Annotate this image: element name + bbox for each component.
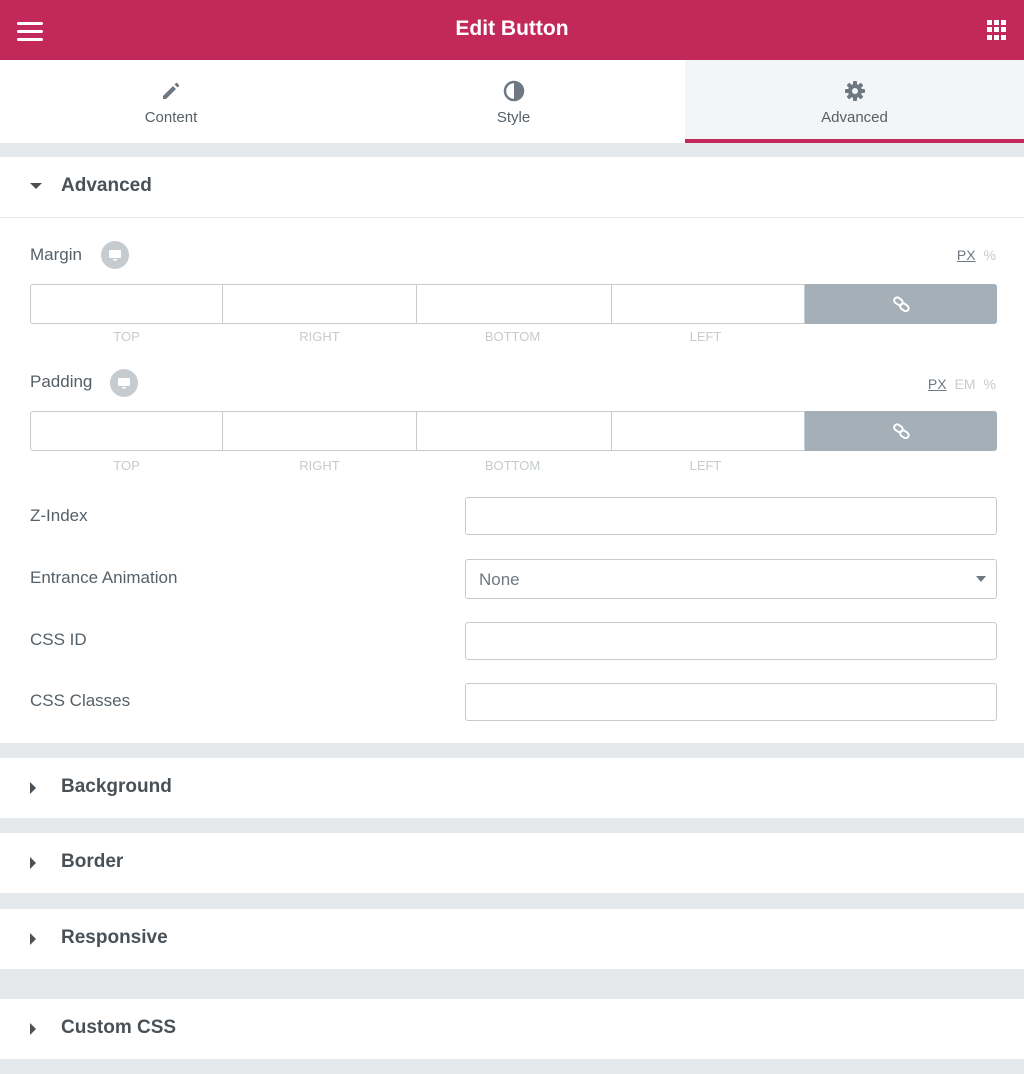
padding-link-button[interactable] [805, 411, 997, 451]
entrance-animation-value: None [479, 570, 520, 589]
section-title: Custom CSS [61, 1017, 177, 1038]
link-icon [893, 296, 910, 312]
desktop-device-icon[interactable] [110, 369, 138, 397]
margin-link-button[interactable] [805, 284, 997, 324]
css-classes-label: CSS Classes [30, 691, 131, 710]
z-index-label: Z-Index [30, 506, 88, 525]
tab-label: Content [144, 109, 198, 126]
tab-content[interactable]: Content [0, 60, 342, 143]
margin-top-input[interactable] [30, 284, 223, 324]
unit-px[interactable]: PX [957, 247, 976, 263]
section-custom-css-header[interactable]: Custom CSS [0, 999, 1024, 1059]
margin-inputs [30, 284, 997, 324]
side-label: RIGHT [299, 458, 340, 473]
section-responsive[interactable]: Responsive [0, 909, 1024, 969]
entrance-animation-select[interactable]: None [465, 559, 997, 599]
unit-percent[interactable]: % [984, 247, 996, 263]
divider [0, 217, 1024, 218]
section-background-header[interactable]: Background [0, 758, 1024, 818]
section-title: Border [61, 851, 124, 872]
caret-down-icon [30, 183, 42, 189]
panel-header: Edit Button [0, 0, 1024, 60]
tab-advanced[interactable]: Advanced [685, 60, 1024, 143]
section-title: Background [61, 776, 172, 797]
margin-bottom-input[interactable] [417, 284, 612, 324]
chevron-down-icon [976, 576, 986, 582]
side-label: LEFT [689, 329, 722, 344]
tab-style[interactable]: Style [342, 60, 685, 143]
side-label: BOTTOM [484, 458, 541, 473]
padding-side-labels: TOP RIGHT BOTTOM LEFT [30, 458, 804, 473]
gear-icon [844, 81, 865, 101]
tab-label: Advanced [821, 109, 888, 126]
padding-unit-switcher: PX EM% [920, 376, 996, 392]
padding-label: Padding [30, 372, 93, 391]
desktop-device-icon[interactable] [101, 241, 129, 269]
margin-label: Margin [30, 245, 82, 264]
caret-right-icon [30, 857, 36, 869]
padding-top-input[interactable] [30, 411, 223, 451]
tab-label: Style [496, 109, 531, 126]
section-border[interactable]: Border [0, 833, 1024, 893]
margin-right-input[interactable] [223, 284, 417, 324]
section-advanced-header[interactable]: Advanced [0, 157, 1024, 217]
caret-right-icon [30, 1023, 36, 1035]
side-label: LEFT [689, 458, 722, 473]
z-index-input[interactable] [465, 497, 997, 535]
css-id-label: CSS ID [30, 630, 87, 649]
padding-left-input[interactable] [612, 411, 805, 451]
unit-percent[interactable]: % [984, 376, 996, 392]
side-label: TOP [113, 329, 140, 344]
padding-bottom-input[interactable] [417, 411, 612, 451]
tab-bar: Content Style Advanced [0, 60, 1024, 143]
caret-right-icon [30, 933, 36, 945]
section-advanced: Advanced Margin PX% TOP RIGHT BOTTOM LEF… [0, 157, 1024, 743]
margin-left-input[interactable] [612, 284, 805, 324]
unit-px[interactable]: PX [928, 376, 947, 392]
side-label: TOP [113, 458, 140, 473]
section-title: Advanced [61, 175, 152, 196]
section-custom-css[interactable]: Custom CSS [0, 999, 1024, 1059]
side-label: RIGHT [299, 329, 340, 344]
unit-em[interactable]: EM [955, 376, 976, 392]
entrance-animation-label: Entrance Animation [30, 568, 178, 587]
padding-inputs [30, 411, 997, 451]
section-background[interactable]: Background [0, 758, 1024, 818]
pencil-icon [163, 82, 180, 99]
section-responsive-header[interactable]: Responsive [0, 909, 1024, 969]
section-border-header[interactable]: Border [0, 833, 1024, 893]
half-circle-icon [503, 80, 524, 102]
panel-title: Edit Button [455, 17, 569, 40]
margin-unit-switcher: PX% [949, 247, 996, 263]
grid-apps-icon[interactable] [987, 20, 1007, 40]
css-id-input[interactable] [465, 622, 997, 660]
section-title: Responsive [61, 927, 168, 948]
padding-right-input[interactable] [223, 411, 417, 451]
side-label: BOTTOM [484, 329, 541, 344]
link-icon [893, 423, 910, 439]
css-classes-input[interactable] [465, 683, 997, 721]
margin-side-labels: TOP RIGHT BOTTOM LEFT [30, 329, 804, 344]
caret-right-icon [30, 782, 36, 794]
